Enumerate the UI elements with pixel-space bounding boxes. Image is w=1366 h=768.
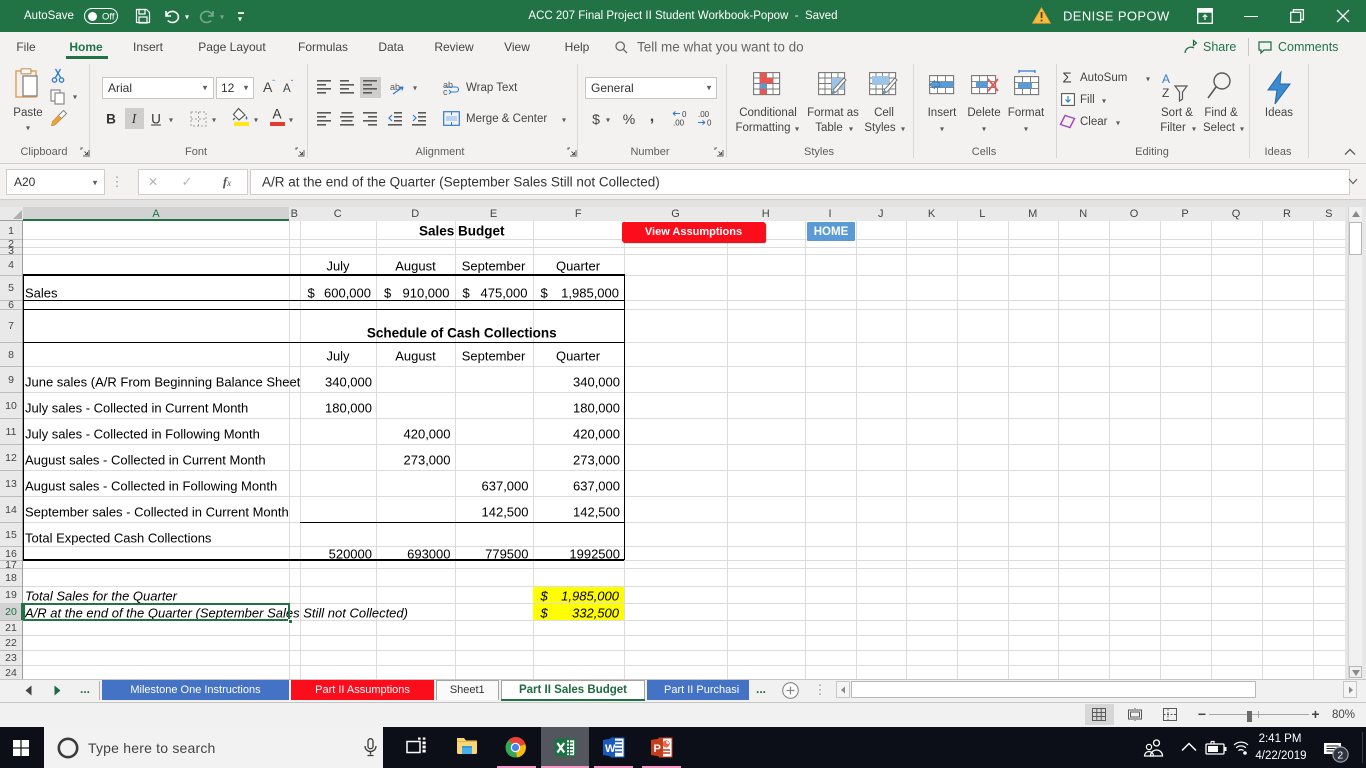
svg-text:c: c [443,87,448,97]
svg-text:P: P [654,743,661,755]
svg-text:.00: .00 [673,119,685,128]
svg-text:2: 2 [1337,750,1343,762]
svg-text:A: A [1162,72,1170,86]
svg-text:Z: Z [1162,86,1169,100]
svg-text:0: 0 [707,119,712,128]
svg-text:W: W [605,743,616,755]
